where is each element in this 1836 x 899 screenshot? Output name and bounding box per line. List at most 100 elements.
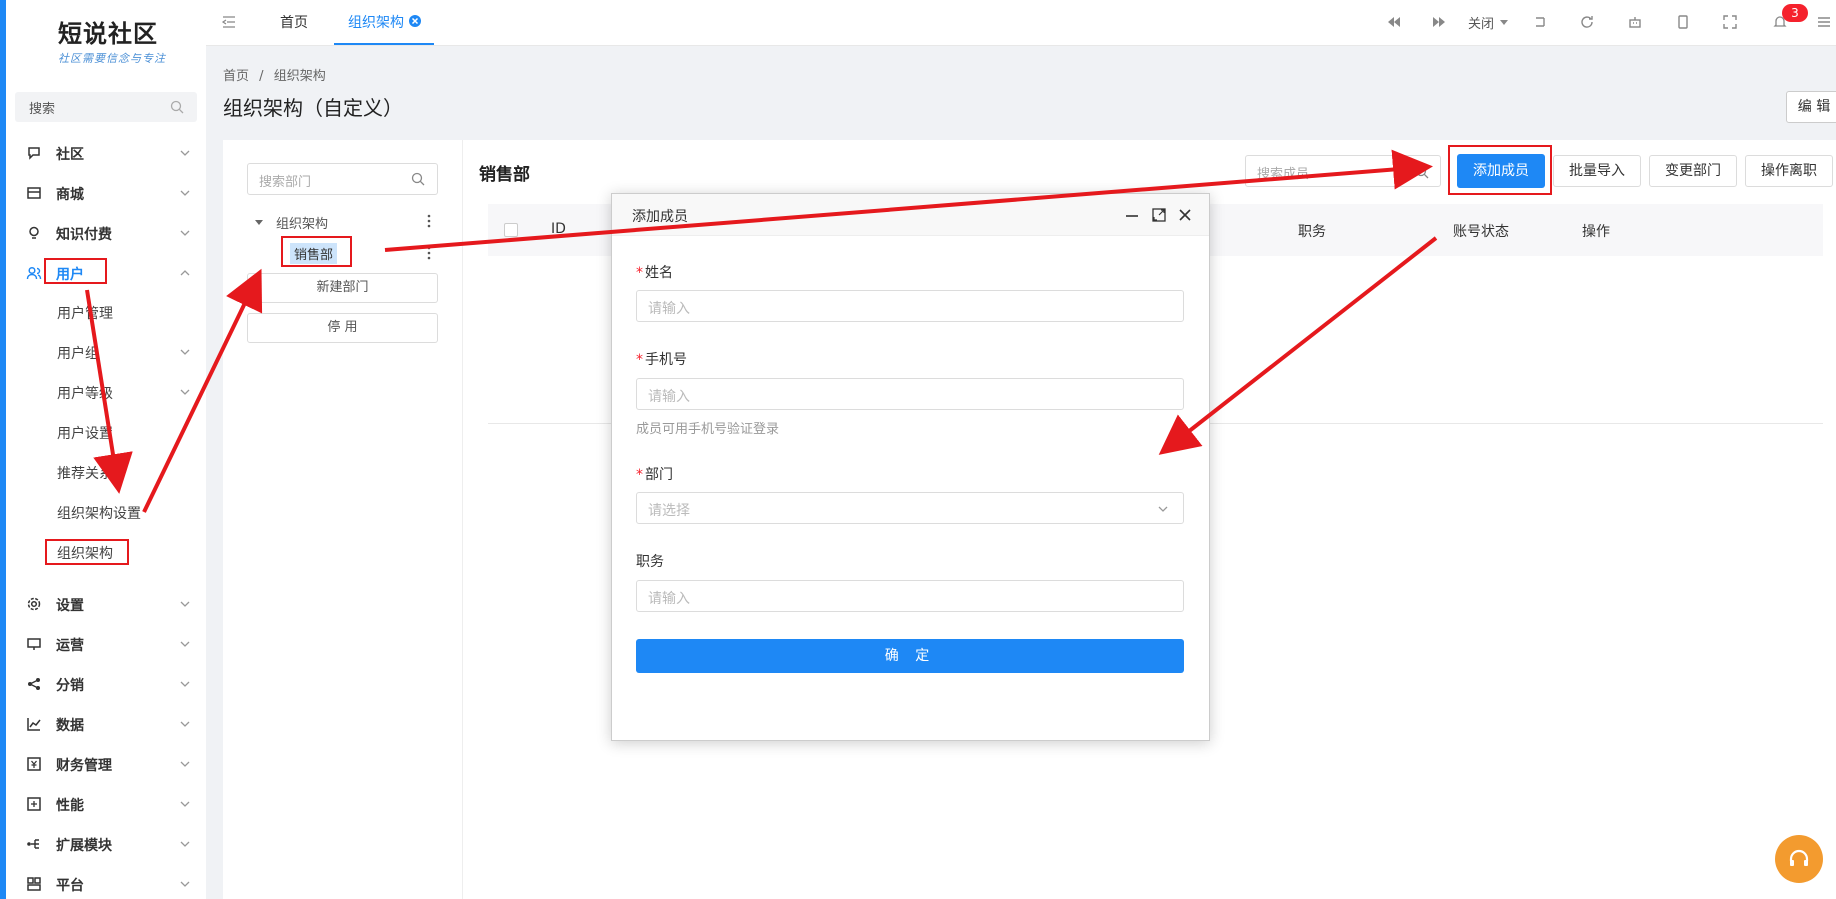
- maximize-icon[interactable]: [1151, 207, 1167, 223]
- confirm-button[interactable]: 确 定: [636, 639, 1184, 673]
- dialog-header: 添加成员: [612, 194, 1209, 236]
- close-menu-label[interactable]: 关闭: [1468, 13, 1494, 32]
- share-node-icon: [26, 676, 42, 692]
- more-vertical-icon[interactable]: [421, 245, 437, 261]
- sidebar: 短说社区 社区需要信念与专注 搜索 社区 商城 知识付费 用户 用户管理 用户组…: [6, 0, 206, 899]
- search-icon: [1414, 164, 1430, 180]
- batch-import-button[interactable]: 批量导入: [1553, 155, 1641, 187]
- sidebar-item-store[interactable]: 商城: [6, 173, 206, 213]
- collapse-menu-icon[interactable]: [221, 14, 237, 30]
- sidebar-subitem-user-groups[interactable]: 用户组: [6, 332, 206, 372]
- top-bar: 首页 组织架构 关闭 3: [206, 0, 1836, 46]
- chevron-down-icon: [177, 836, 193, 852]
- sidebar-search-placeholder: 搜索: [29, 102, 56, 117]
- sidebar-search-input[interactable]: 搜索: [15, 92, 197, 122]
- refresh-icon[interactable]: [1579, 14, 1595, 30]
- tree-node-root[interactable]: 组织架构: [276, 213, 328, 232]
- sidebar-item-knowledge[interactable]: 知识付费: [6, 213, 206, 253]
- name-placeholder: 请输入: [648, 301, 690, 317]
- resign-button[interactable]: 操作离职: [1745, 155, 1833, 187]
- sidebar-item-label: 商城: [56, 187, 84, 203]
- breadcrumb-current: 组织架构: [273, 69, 326, 84]
- performance-icon: [26, 796, 42, 812]
- sidebar-item-operations[interactable]: 运营: [6, 624, 206, 664]
- platform-icon: [26, 876, 42, 892]
- line-chart-icon: [26, 716, 42, 732]
- breadcrumb-separator: /: [259, 69, 264, 84]
- sidebar-subitem-user-levels[interactable]: 用户等级: [6, 372, 206, 412]
- column-account-status: 账号状态: [1453, 224, 1509, 240]
- close-icon[interactable]: [1177, 207, 1193, 223]
- chevron-down-icon: [177, 636, 193, 652]
- logo-title: 短说社区: [58, 19, 158, 48]
- dialog-title: 添加成员: [632, 209, 688, 225]
- close-tab-icon[interactable]: [407, 13, 423, 29]
- name-input[interactable]: 请输入: [636, 290, 1184, 322]
- exit-icon[interactable]: [1532, 14, 1548, 30]
- store-icon: [26, 185, 42, 201]
- chevron-down-icon: [177, 796, 193, 812]
- sidebar-subitem-org-settings[interactable]: 组织架构设置: [6, 492, 206, 532]
- phone-hint: 成员可用手机号验证登录: [636, 422, 780, 437]
- department-search-input[interactable]: 搜索部门: [247, 163, 438, 195]
- new-department-button[interactable]: 新建部门: [247, 273, 438, 303]
- job-label: 职务: [636, 554, 664, 570]
- page-title: 组织架构（自定义）: [223, 96, 403, 120]
- edit-button[interactable]: 编 辑: [1786, 91, 1836, 123]
- minimize-icon[interactable]: [1124, 207, 1140, 223]
- sidebar-item-label: 设置: [56, 598, 84, 614]
- sidebar-item-finance[interactable]: 财务管理: [6, 744, 206, 784]
- fullscreen-icon[interactable]: [1722, 14, 1738, 30]
- department-search-placeholder: 搜索部门: [259, 175, 312, 190]
- sidebar-item-label: 数据: [56, 718, 84, 734]
- annotation-box-users: [44, 258, 107, 284]
- disable-department-button[interactable]: 停 用: [247, 313, 438, 343]
- sidebar-item-distribution[interactable]: 分销: [6, 664, 206, 704]
- caret-down-icon[interactable]: [251, 214, 267, 230]
- sidebar-item-label: 社区: [56, 147, 84, 163]
- department-placeholder: 请选择: [648, 503, 690, 519]
- sidebar-subitem-label: 推荐关系: [57, 466, 113, 482]
- chevron-down-icon: [177, 676, 193, 692]
- department-select[interactable]: 请选择: [636, 492, 1184, 524]
- member-search-input[interactable]: 搜索成员: [1245, 155, 1441, 187]
- chevron-down-icon: [177, 344, 193, 360]
- hamburger-icon[interactable]: [1816, 14, 1832, 30]
- sidebar-subitem-user-management[interactable]: 用户管理: [6, 292, 206, 332]
- sidebar-item-platform[interactable]: 平台: [6, 864, 206, 899]
- sidebar-subitem-referral[interactable]: 推荐关系: [6, 452, 206, 492]
- users-icon: [26, 265, 42, 281]
- phone-input[interactable]: 请输入: [636, 378, 1184, 410]
- annotation-box-org-structure: [45, 539, 129, 565]
- add-member-dialog: 添加成员 * 姓名 请输入 * 手机号 请输入 成员可用手机号验证登录 * 部门 请选…: [611, 193, 1210, 741]
- sidebar-item-label: 分销: [56, 678, 84, 694]
- sidebar-subitem-user-settings[interactable]: 用户设置: [6, 412, 206, 452]
- phone-placeholder: 请输入: [648, 389, 690, 405]
- robot-icon[interactable]: [1627, 14, 1643, 30]
- more-vertical-icon[interactable]: [421, 213, 437, 229]
- caret-down-icon[interactable]: [1496, 14, 1512, 30]
- sidebar-item-data[interactable]: 数据: [6, 704, 206, 744]
- sidebar-item-label: 知识付费: [56, 227, 112, 243]
- change-department-button[interactable]: 变更部门: [1649, 155, 1737, 187]
- sidebar-item-performance[interactable]: 性能: [6, 784, 206, 824]
- notification-badge: 3: [1782, 4, 1808, 22]
- sidebar-item-settings[interactable]: 设置: [6, 584, 206, 624]
- department-label: * 部门: [636, 467, 673, 483]
- breadcrumb: 首页 / 组织架构: [223, 65, 332, 84]
- fast-forward-icon[interactable]: [1431, 14, 1447, 30]
- sidebar-item-extensions[interactable]: 扩展模块: [6, 824, 206, 864]
- tab-org-structure[interactable]: 组织架构: [348, 12, 404, 32]
- breadcrumb-home[interactable]: 首页: [223, 69, 249, 84]
- chevron-down-icon: [177, 225, 193, 241]
- select-all-checkbox[interactable]: [504, 223, 518, 237]
- customer-service-button[interactable]: [1775, 835, 1823, 883]
- chevron-down-icon: [177, 145, 193, 161]
- sidebar-item-community[interactable]: 社区: [6, 133, 206, 173]
- job-input[interactable]: 请输入: [636, 580, 1184, 612]
- rewind-icon[interactable]: [1386, 14, 1402, 30]
- search-icon: [410, 171, 426, 187]
- sidebar-item-label: 扩展模块: [56, 838, 112, 854]
- mobile-icon[interactable]: [1675, 14, 1691, 30]
- tab-home[interactable]: 首页: [280, 12, 308, 32]
